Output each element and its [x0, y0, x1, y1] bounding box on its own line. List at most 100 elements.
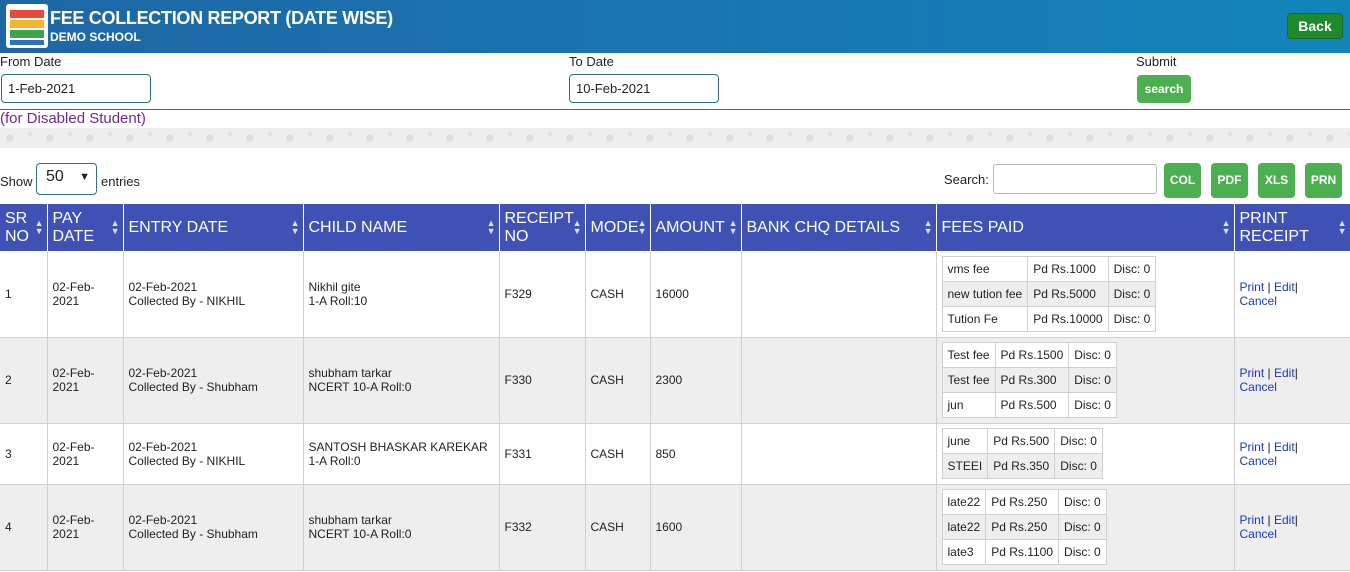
- entry-date-value: 02-Feb-2021: [128, 439, 198, 454]
- sort-icon: ▲ ▼: [34, 218, 44, 236]
- mode-cell: CASH: [585, 251, 651, 338]
- sort-icon: ▲ ▼: [923, 218, 933, 236]
- column-header-mode[interactable]: MODE ▲ ▼: [585, 204, 651, 251]
- edit-receipt-link[interactable]: Edit: [1274, 440, 1295, 454]
- column-visibility-button[interactable]: COL: [1164, 163, 1201, 198]
- fee-name: late22: [941, 514, 987, 540]
- payment-mode: CASH: [590, 373, 624, 387]
- sr-no-value: 4: [5, 520, 12, 534]
- fees-breakdown-table: vms fee Pd Rs.1000 Disc: 0 new tution fee Pd…: [941, 255, 1157, 332]
- cancel-receipt-link[interactable]: Cancel: [1240, 294, 1277, 308]
- table-row: 1 02-Feb- 2021 02-Feb-2021 Collected By - NI…: [0, 251, 1350, 338]
- amount-value: 16000: [655, 286, 689, 301]
- print-table-button[interactable]: PRN: [1305, 163, 1342, 198]
- edit-receipt-link[interactable]: Edit: [1274, 366, 1295, 380]
- child-class: NCERT 10-A Roll:0: [308, 380, 412, 394]
- fee-paid-amount: Pd Rs.1000: [1027, 255, 1109, 282]
- column-header-print-receipt[interactable]: PRINT RECEIPT ▲ ▼: [1234, 204, 1350, 251]
- print-receipt-link[interactable]: Print: [1240, 366, 1265, 380]
- column-header-amount[interactable]: AMOUNT ▲ ▼: [650, 204, 742, 251]
- receipt-no-value: F332: [504, 520, 532, 534]
- column-header-pay-date[interactable]: PAY DATE ▲ ▼: [47, 204, 124, 251]
- fee-paid-amount: Pd Rs.5000: [1027, 280, 1109, 307]
- pay-date-cell: 02-Feb- 2021: [47, 337, 124, 424]
- column-header-entry-date[interactable]: ENTRY DATE ▲ ▼: [123, 204, 304, 251]
- print-receipt-link[interactable]: Print: [1240, 513, 1265, 527]
- search-button[interactable]: search: [1137, 75, 1191, 103]
- column-header-label-line2: NO: [5, 227, 29, 245]
- show-label: Show: [0, 174, 33, 189]
- fees-breakdown-table: late22 Pd Rs.250 Disc: 0 late22 Pd Rs.250 Dis…: [941, 489, 1107, 565]
- cancel-receipt-link[interactable]: Cancel: [1240, 380, 1277, 394]
- print-receipt-link[interactable]: Print: [1240, 440, 1265, 454]
- edit-receipt-link[interactable]: Edit: [1274, 513, 1295, 527]
- print-receipt-link[interactable]: Print: [1240, 280, 1265, 294]
- sort-icon: ▲ ▼: [1221, 218, 1231, 236]
- pay-date-year: 2021: [52, 380, 80, 394]
- entries-per-page-select[interactable]: 50 ▼: [36, 163, 97, 195]
- fee-discount: Disc: 0: [1054, 428, 1103, 454]
- fee-line: Tution Fe Pd Rs.10000 Disc: 0: [941, 305, 1157, 332]
- to-date-input[interactable]: [569, 74, 719, 103]
- fee-line: STEEI Pd Rs.350 Disc: 0: [941, 453, 1103, 479]
- table-body: 1 02-Feb- 2021 02-Feb-2021 Collected By - NI…: [0, 251, 1350, 571]
- table-search-input[interactable]: [993, 164, 1157, 194]
- from-date-input[interactable]: [1, 74, 151, 103]
- edit-receipt-link[interactable]: Edit: [1274, 280, 1295, 294]
- link-separator: |: [1294, 366, 1298, 380]
- amount-cell: 16000: [650, 251, 742, 338]
- fee-line: late3 Pd Rs.1100 Disc: 0: [941, 539, 1107, 565]
- receipt-no-value: F329: [504, 286, 532, 301]
- entry-date-value: 02-Feb-2021: [128, 513, 198, 527]
- link-separator: |: [1267, 366, 1271, 380]
- submit-label: Submit: [1136, 54, 1177, 69]
- fee-name: vms fee: [941, 255, 1029, 282]
- fee-line: Test fee Pd Rs.300 Disc: 0: [941, 367, 1117, 393]
- payment-mode: CASH: [590, 286, 624, 301]
- cancel-receipt-link[interactable]: Cancel: [1240, 527, 1277, 541]
- fee-name: jun: [941, 392, 996, 418]
- link-separator: |: [1267, 279, 1271, 294]
- sr-no-value: 3: [5, 446, 12, 461]
- child-name-value: shubham tarkar: [308, 366, 392, 380]
- sort-icon: ▲ ▼: [290, 218, 300, 236]
- sr-no-cell: 2: [0, 337, 48, 424]
- column-header-fees-paid[interactable]: FEES PAID ▲ ▼: [936, 204, 1235, 251]
- column-header-label: SR: [5, 209, 28, 227]
- receipt-no-cell: F332: [499, 484, 586, 571]
- link-separator: |: [1294, 279, 1298, 294]
- app-header: FEE COLLECTION REPORT (DATE WISE) DEMO S…: [0, 0, 1350, 53]
- fee-discount: Disc: 0: [1107, 255, 1157, 282]
- entries-label: entries: [101, 174, 141, 189]
- column-header-receipt-no[interactable]: RECEIPT NO ▲ ▼: [499, 204, 586, 251]
- pay-date-value: 02-Feb-: [52, 279, 95, 294]
- link-separator: |: [1294, 513, 1298, 527]
- bank-chq-cell: [741, 484, 937, 571]
- fees-breakdown-table: june Pd Rs.500 Disc: 0 STEEI Pd Rs.350 Disc: …: [941, 428, 1103, 479]
- back-button[interactable]: Back: [1287, 13, 1343, 39]
- column-header-sr-no[interactable]: SR NO ▲ ▼: [0, 204, 48, 251]
- table-row: 4 02-Feb- 2021 02-Feb-2021 Collected By - Sh…: [0, 484, 1350, 571]
- mode-cell: CASH: [585, 484, 651, 571]
- export-xls-button[interactable]: XLS: [1258, 163, 1295, 198]
- column-header-bank-chq-details[interactable]: BANK CHQ DETAILS ▲ ▼: [741, 204, 937, 251]
- column-header-label: MODE: [590, 218, 639, 236]
- entry-date-value: 02-Feb-2021: [128, 366, 198, 380]
- column-header-label-line2: RECEIPT: [1239, 227, 1309, 245]
- sr-no-value: 1: [5, 286, 12, 301]
- amount-cell: 850: [650, 423, 742, 485]
- entry-date-cell: 02-Feb-2021 Collected By - Shubham: [123, 484, 304, 571]
- print-receipt-cell: Print | Edit| Cancel: [1234, 484, 1350, 571]
- column-header-label: FEES PAID: [941, 218, 1024, 236]
- collected-by: Collected By - NIKHIL: [128, 293, 246, 308]
- export-pdf-button[interactable]: PDF: [1211, 163, 1248, 198]
- pay-date-year: 2021: [52, 453, 80, 468]
- amount-cell: 1600: [650, 484, 742, 571]
- cancel-receipt-link[interactable]: Cancel: [1240, 454, 1277, 468]
- column-header-child-name[interactable]: CHILD NAME ▲ ▼: [303, 204, 500, 251]
- table-row: 2 02-Feb- 2021 02-Feb-2021 Collected By - Sh…: [0, 337, 1350, 424]
- fee-paid-amount: Pd Rs.350: [987, 453, 1056, 479]
- fee-discount: Disc: 0: [1068, 342, 1117, 368]
- receipt-no-cell: F329: [499, 251, 586, 338]
- fees-paid-cell: Test fee Pd Rs.1500 Disc: 0 Test fee Pd Rs.3…: [936, 337, 1235, 424]
